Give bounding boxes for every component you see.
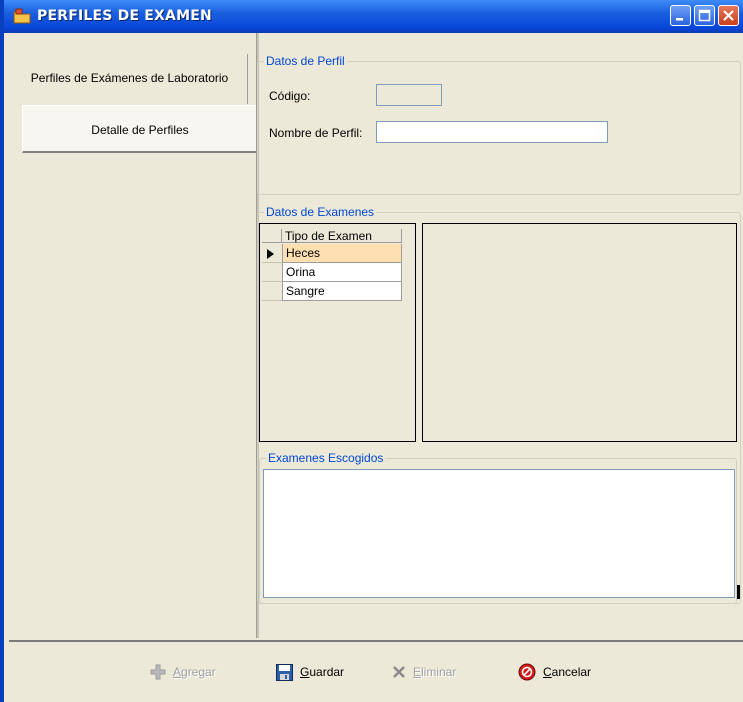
resize-grip[interactable] — [737, 585, 740, 599]
tab-perfiles-examenes[interactable]: Perfiles de Exámenes de Laboratorio — [12, 54, 248, 104]
nombre-perfil-field[interactable] — [376, 121, 608, 143]
cancelar-button[interactable]: Cancelar — [518, 642, 591, 702]
examenes-escogidos-list[interactable] — [263, 469, 735, 598]
column-header-tipo-examen[interactable]: Tipo de Examen — [282, 229, 402, 243]
table-row[interactable]: Orina — [262, 263, 402, 282]
tab-detalle-perfiles[interactable]: Detalle de Perfiles — [22, 105, 258, 153]
examenes-escogidos-title: Examenes Escogidos — [266, 451, 386, 465]
bottom-toolbar: Agregar Guardar Eliminar Cancelar — [9, 640, 743, 700]
row-selector[interactable] — [262, 263, 282, 282]
table-row[interactable]: Sangre — [262, 282, 402, 301]
eliminar-button[interactable]: Eliminar — [392, 642, 456, 702]
plus-cross-icon — [150, 664, 166, 680]
table-cell[interactable]: Orina — [282, 263, 402, 282]
datos-perfil-title: Datos de Perfil — [264, 54, 347, 68]
close-button[interactable] — [718, 5, 739, 26]
table-cell[interactable]: Sangre — [282, 282, 402, 301]
current-row-arrow-icon — [267, 249, 274, 259]
guardar-button[interactable]: Guardar — [276, 642, 344, 702]
title-bar[interactable]: PERFILES DE EXAMEN — [4, 0, 743, 33]
codigo-label: Código: — [269, 89, 311, 103]
grid-corner — [262, 229, 282, 243]
x-delete-icon — [393, 666, 405, 678]
agregar-button[interactable]: Agregar — [150, 642, 216, 702]
row-selector[interactable] — [262, 244, 282, 263]
examenes-detail-grid[interactable] — [422, 223, 737, 442]
red-stop-icon — [518, 663, 536, 681]
maximize-button[interactable] — [694, 5, 715, 26]
cancelar-label: Cancelar — [543, 665, 592, 679]
table-row[interactable]: Heces — [262, 244, 402, 263]
agregar-label: Agregar — [173, 665, 216, 679]
folder-key-icon — [13, 8, 31, 24]
nombre-perfil-label: Nombre de Perfil: — [269, 126, 363, 140]
row-selector[interactable] — [262, 282, 282, 301]
tab-panel: Perfiles de Exámenes de Laboratorio Deta… — [8, 33, 259, 638]
window-title: PERFILES DE EXAMEN — [37, 8, 212, 24]
guardar-label: Guardar — [300, 665, 345, 679]
table-cell[interactable]: Heces — [282, 244, 402, 263]
datos-examenes-title: Datos de Examenes — [264, 205, 377, 219]
floppy-disk-icon — [276, 663, 293, 681]
codigo-field[interactable] — [376, 84, 442, 106]
eliminar-label: Eliminar — [413, 665, 457, 679]
tipo-examen-grid[interactable]: Tipo de Examen Heces Orina Sangre — [259, 223, 416, 442]
minimize-button[interactable] — [670, 5, 691, 26]
